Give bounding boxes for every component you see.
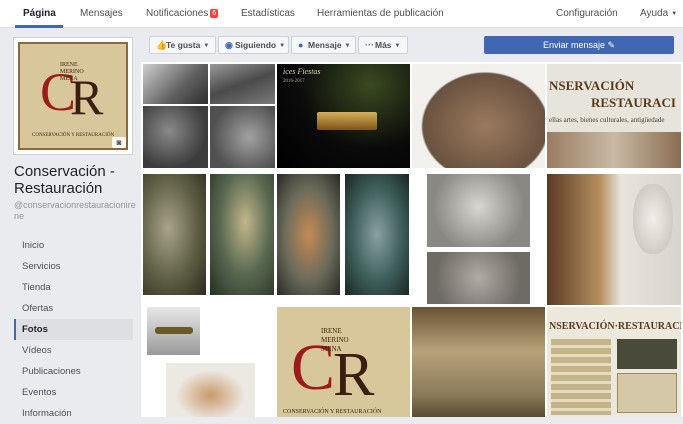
- banner1-sub: RESTAURACI: [591, 95, 676, 110]
- page-profile-picture[interactable]: C R IRENE MERINO MENA CONSERVACIÓN Y RES…: [13, 37, 133, 155]
- like-button[interactable]: 👍Te gusta ▼: [149, 36, 216, 54]
- banner2-photo-block: [617, 339, 677, 369]
- banner2-list-block: [551, 339, 611, 415]
- photo-grid: ices Fiestas 2016-2017 NSERVACIÓN RESTAU…: [141, 62, 683, 417]
- sidebar-item-ofertas[interactable]: Ofertas: [14, 298, 133, 319]
- photo-fiestas-greeting[interactable]: ices Fiestas 2016-2017: [277, 64, 410, 168]
- logo-line-3: MENA: [60, 76, 78, 82]
- photo-ceramic-fragment[interactable]: [412, 64, 545, 168]
- banner1-photo-strip: [547, 132, 681, 168]
- banner2-info-block: [617, 373, 677, 413]
- sidebar-item-servicios[interactable]: Servicios: [14, 256, 133, 277]
- cr-logo-svg: C R IRENE MERINO MENA CONSERVACIÓN Y RES…: [32, 62, 114, 138]
- logo2-line-3: MENA: [321, 345, 342, 353]
- sidebar-item-inicio[interactable]: Inicio: [14, 235, 133, 256]
- tab-notificaciones[interactable]: Notificaciones 6: [146, 8, 219, 19]
- chevron-down-icon: ▼: [394, 43, 401, 49]
- sidebar-item-publicaciones[interactable]: Publicaciones: [14, 361, 133, 382]
- help-menu[interactable]: Ayuda ▼: [640, 8, 677, 19]
- chevron-down-icon: ▼: [671, 11, 678, 17]
- logo-line-1: IRENE: [60, 62, 78, 68]
- photo-stone-texture-2[interactable]: [210, 174, 274, 295]
- fiestas-year: 2016-2017: [283, 79, 305, 84]
- logo2-line-2: MERINO: [321, 336, 349, 344]
- page-side-nav: Inicio Servicios Tienda Ofertas Fotos Ví…: [14, 235, 133, 424]
- photo-logo-repost[interactable]: C R IRENE MERINO MENA CONSERVACIÓN Y RES…: [277, 307, 410, 417]
- photo-painting-detail[interactable]: [412, 307, 545, 417]
- logo2-line-1: IRENE: [321, 327, 342, 335]
- photo-restorer-statue[interactable]: [547, 174, 681, 305]
- lit-building-shape: [317, 112, 377, 130]
- banner1-line: ellas artes, bienes culturales, antigüed…: [549, 116, 665, 124]
- camera-icon[interactable]: ◙: [112, 137, 126, 148]
- message-button[interactable]: ● Mensaje ▼: [291, 36, 356, 54]
- photo-stone-texture-4[interactable]: [345, 174, 409, 295]
- page-title[interactable]: Conservación - Restauración: [14, 163, 139, 197]
- tool-shape: [155, 327, 193, 334]
- sidebar-item-fotos[interactable]: Fotos: [14, 319, 133, 340]
- tab-herramientas[interactable]: Herramientas de publicación: [317, 8, 444, 19]
- logo-artwork: C R IRENE MERINO MENA CONSERVACIÓN Y RES…: [18, 42, 128, 150]
- sidebar-item-eventos[interactable]: Eventos: [14, 382, 133, 403]
- messenger-icon: ●: [298, 40, 304, 50]
- thumbs-up-icon: 👍: [156, 40, 168, 50]
- message-label: Mensaje: [308, 40, 342, 50]
- logo2-caption: CONSERVACIÓN Y RESTAURACIÓN: [283, 407, 382, 415]
- page-action-bar: 👍Te gusta ▼ ◉ Siguiendo ▼ ● Mensaje ▼ ···Más ▼…: [141, 28, 683, 62]
- follow-label: Siguiendo: [235, 40, 277, 50]
- photo-stone-texture-3[interactable]: [277, 174, 340, 295]
- sidebar-item-videos[interactable]: Vídeos: [14, 340, 133, 361]
- settings-link[interactable]: Configuración: [556, 8, 618, 19]
- page-top-nav: Página Mensajes Notificaciones 6 Estadíst…: [0, 0, 683, 28]
- sidebar-item-informacion[interactable]: Información: [14, 403, 133, 424]
- more-label: Más: [375, 40, 392, 50]
- banner2-title: NSERVACIÓN·RESTAURACI: [549, 321, 681, 332]
- tab-estadisticas[interactable]: Estadísticas: [241, 8, 295, 19]
- send-message-label: Enviar mensaje: [542, 40, 605, 50]
- send-message-button[interactable]: Enviar mensaje ✎: [484, 36, 674, 54]
- page-username[interactable]: @conservacionrestauracionirene: [14, 200, 139, 222]
- photo-petri-dish[interactable]: [166, 363, 255, 417]
- photo-microscopy-4[interactable]: [210, 106, 275, 168]
- tab-mensajes[interactable]: Mensajes: [80, 8, 123, 19]
- logo-repost-svg: C R IRENE MERINO MENA CONSERVACIÓN Y RES…: [283, 327, 382, 415]
- logo-caption: CONSERVACIÓN Y RESTAURACIÓN: [32, 132, 114, 138]
- chevron-down-icon: ▼: [279, 43, 286, 49]
- tab-notificaciones-label: Notificaciones: [146, 8, 209, 19]
- fiestas-title: ices Fiestas: [283, 67, 321, 76]
- photo-banner-conservacion[interactable]: NSERVACIÓN RESTAURACI ellas artes, biene…: [547, 64, 681, 168]
- more-dots-icon: ···: [365, 40, 374, 50]
- logo-line-2: MERINO: [60, 69, 84, 75]
- photo-microscopy-3[interactable]: [143, 106, 208, 168]
- photo-stone-closeup-1[interactable]: [427, 174, 530, 247]
- chevron-down-icon: ▼: [203, 43, 210, 49]
- photo-banner-services[interactable]: NSERVACIÓN·RESTAURACI: [547, 307, 681, 417]
- notifications-badge: 6: [210, 9, 219, 18]
- follow-button[interactable]: ◉ Siguiendo ▼: [218, 36, 289, 54]
- more-button[interactable]: ···Más ▼: [358, 36, 408, 54]
- pencil-icon: ✎: [607, 40, 616, 50]
- rss-icon: ◉: [225, 40, 233, 50]
- tab-pagina[interactable]: Página: [23, 8, 56, 19]
- help-label: Ayuda: [640, 8, 669, 19]
- sidebar-item-tienda[interactable]: Tienda: [14, 277, 133, 298]
- photo-tool-sample[interactable]: [147, 307, 200, 355]
- photo-microscopy-1[interactable]: [143, 64, 208, 104]
- chevron-down-icon: ▼: [344, 43, 351, 49]
- banner1-title: NSERVACIÓN: [549, 78, 635, 93]
- photo-stone-texture-1[interactable]: [143, 174, 206, 295]
- photo-microscopy-2[interactable]: [210, 64, 275, 104]
- like-label: Te gusta: [166, 40, 201, 50]
- photo-stone-closeup-2[interactable]: [427, 252, 530, 304]
- statue-head-shape: [633, 184, 673, 254]
